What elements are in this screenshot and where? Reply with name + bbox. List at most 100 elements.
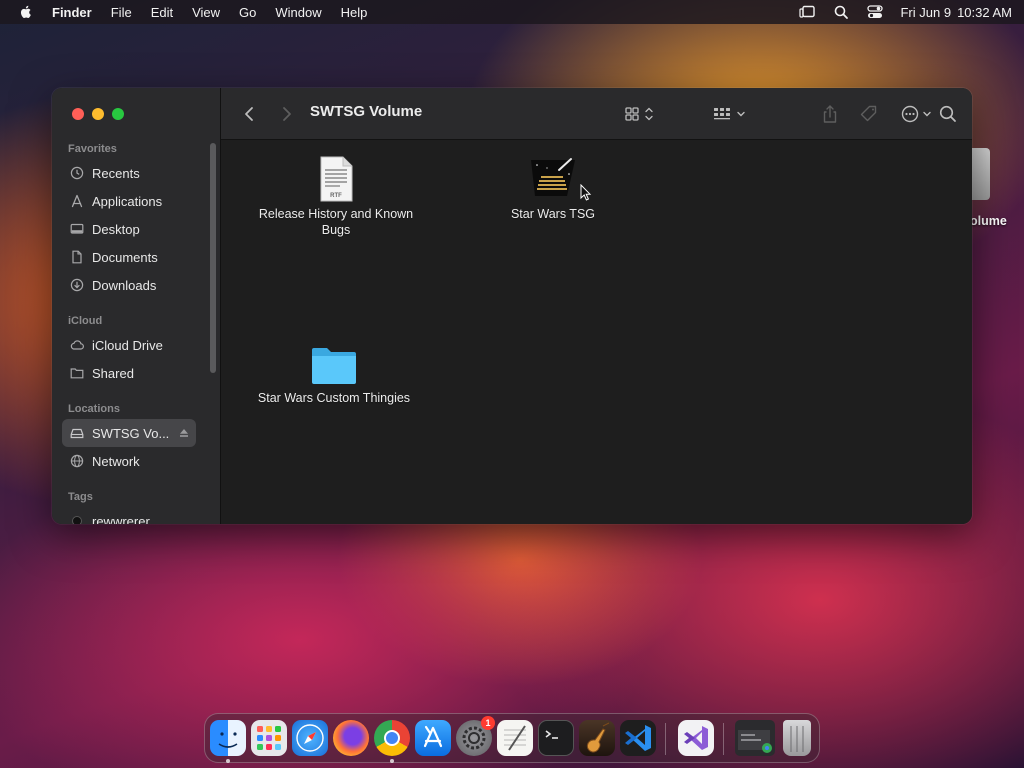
dock-textedit-icon[interactable] [497,720,533,756]
sidebar-item-label: Applications [92,193,163,209]
chrome-logo-icon [384,730,400,746]
dock-system-settings-icon[interactable]: 1 [456,716,495,756]
minimize-window-button[interactable] [92,108,104,120]
group-by-button[interactable] [711,103,749,125]
sidebar-item-applications[interactable]: Applications [62,187,196,215]
file-browser-content: RTF Release History and Known Bugs Star … [221,140,972,524]
window-thumbnail-icon [738,730,772,753]
sidebar-item-recents[interactable]: Recents [62,159,196,187]
sidebar-header-icloud: iCloud [68,315,103,327]
menu-help[interactable]: Help [341,5,368,20]
zoom-window-button[interactable] [112,108,124,120]
file-name: Star Wars Custom Thingies [257,391,411,405]
tag-color-dot [72,516,82,524]
sidebar-item-label: Recents [92,165,140,181]
tag-button[interactable] [858,103,880,125]
dock-terminal-icon[interactable] [538,720,574,756]
sidebar-item-shared[interactable]: Shared [62,359,196,387]
file-item-folder[interactable]: Star Wars Custom Thingies [249,344,419,406]
file-name: Star Wars TSG [510,207,596,221]
menu-file[interactable]: File [111,5,132,20]
finder-toolbar: SWTSG Volume [221,88,972,140]
menu-view[interactable]: View [192,5,220,20]
sidebar-item-label: rewwrerer [92,513,150,525]
sidebar-item-icloud-drive[interactable]: iCloud Drive [62,331,196,359]
sidebar-item-label: SWTSG Vo... [92,425,170,441]
dock: 1 [204,713,820,763]
dock-app-store-icon[interactable] [415,720,451,756]
sidebar-item-swtsg-volume[interactable]: SWTSG Vo... [62,419,196,447]
clock-icon [70,166,84,180]
menu-go[interactable]: Go [239,5,256,20]
guitar-icon [586,722,610,753]
sidebar-scrollbar[interactable] [210,143,216,373]
dock-running-indicator [390,759,394,763]
dock-trash-icon[interactable] [783,720,811,756]
rtf-document-icon: RTF [320,156,353,202]
file-item-rtf[interactable]: RTF Release History and Known Bugs [251,156,421,238]
window-title: SWTSG Volume [310,103,423,120]
dock-launchpad-icon[interactable] [251,720,287,756]
sidebar-header-favorites: Favorites [68,143,117,155]
finder-face-icon [218,732,238,748]
rtf-badge: RTF [330,193,342,199]
close-window-button[interactable] [72,108,84,120]
dock-chrome-icon[interactable] [374,720,410,756]
app-store-a-icon [423,725,443,748]
dock-chrome-window-thumbnail[interactable] [735,720,775,756]
sidebar-header-tags: Tags [68,491,93,503]
launchpad-grid-icon [257,726,281,750]
file-item-star-wars-tsg[interactable]: Star Wars TSG [468,156,638,222]
apple-menu-icon[interactable] [18,4,34,20]
sidebar-item-desktop[interactable]: Desktop [62,215,196,243]
stage-manager-icon[interactable] [798,4,816,20]
eject-icon[interactable] [178,427,190,439]
icon-view-toggle[interactable] [623,103,659,125]
sidebar-item-tag[interactable]: rewwrerer [62,507,196,524]
document-icon [72,250,82,264]
search-button[interactable] [937,103,959,125]
menu-app-name[interactable]: Finder [52,5,92,20]
vscode-logo-icon [625,725,651,751]
clock-time: 10:32 AM [957,4,1012,20]
sidebar-header-locations: Locations [68,403,120,415]
dock-garageband-icon[interactable] [579,720,615,756]
sidebar-item-documents[interactable]: Documents [62,243,196,271]
forward-button[interactable] [275,103,297,125]
sidebar-item-label: Network [92,453,140,469]
dock-finder-icon[interactable] [210,720,246,756]
dock-vscode-icon[interactable] [620,720,656,756]
sidebar-item-network[interactable]: Network [62,447,196,475]
shared-folder-icon [70,368,84,379]
dock-separator [665,723,666,755]
dock-visual-studio-icon[interactable] [678,720,714,756]
sidebar-item-label: Desktop [92,221,140,237]
menu-clock[interactable]: Fri Jun 9 10:32 AM [900,5,1012,20]
visual-studio-logo-icon [684,726,708,750]
terminal-prompt-icon [545,730,558,739]
window-controls [72,108,132,120]
dock-safari-icon[interactable] [292,720,328,756]
menu-extras: Fri Jun 9 10:32 AM [782,4,1012,20]
spotlight-search-icon[interactable] [832,4,850,20]
trash-can-icon [790,726,804,752]
clock-date: Fri Jun 9 [900,4,952,20]
share-button[interactable] [819,103,841,125]
sidebar-item-downloads[interactable]: Downloads [62,271,196,299]
drive-icon [70,428,84,439]
dock-firefox-icon[interactable] [333,720,369,756]
globe-icon [70,454,84,468]
more-actions-button[interactable] [899,103,937,125]
menu-edit[interactable]: Edit [151,5,173,20]
sidebar-item-label: iCloud Drive [92,337,163,353]
desktop-volume-label: olume [970,214,1007,228]
compass-icon [296,724,324,752]
control-center-icon[interactable] [866,4,884,20]
back-button[interactable] [239,103,261,125]
dock-separator [723,723,724,755]
menu-window[interactable]: Window [275,5,321,20]
finder-sidebar: Favorites Recents Applications Desktop D… [52,88,221,524]
sidebar-item-label: Documents [92,249,158,265]
mouse-cursor-icon [580,184,592,201]
star-wars-app-icon [531,158,575,196]
